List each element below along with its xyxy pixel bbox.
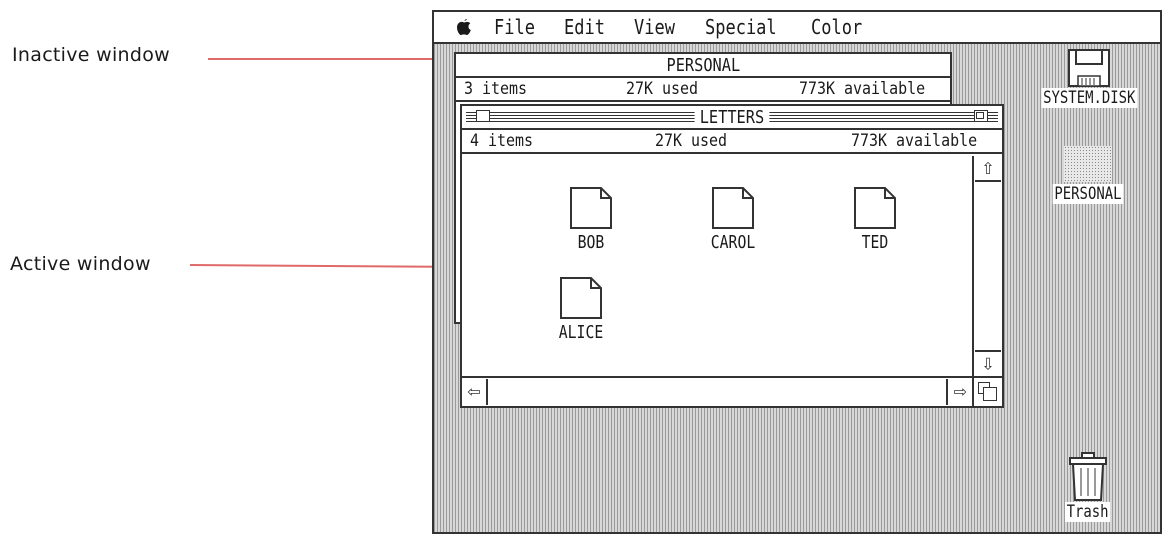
file-label: TED (861, 232, 889, 253)
menu-edit[interactable]: Edit (564, 15, 605, 39)
resize-box-icon[interactable] (972, 376, 1002, 406)
file-icon-bob[interactable]: BOB (546, 186, 636, 253)
scroll-up-arrow-icon[interactable]: ⇧ (975, 156, 1001, 182)
folder-label: PERSONAL (1052, 184, 1124, 204)
scroll-left-arrow-icon[interactable]: ⇦ (462, 379, 488, 405)
file-label: CAROL (710, 232, 756, 253)
active-window-infobar: 4 items 27K used 773K available (462, 130, 1002, 154)
menu-file[interactable]: File (494, 15, 535, 39)
inactive-window-infobar: 3 items 27K used 773K available (456, 78, 950, 102)
active-window[interactable]: LETTERS 4 items 27K used 773K available … (460, 104, 1004, 408)
zoom-box-icon[interactable] (974, 110, 988, 122)
desktop-disk[interactable]: SYSTEM.DISK (1026, 48, 1152, 108)
active-window-callout: Active window (10, 253, 151, 275)
disk-icon (1068, 49, 1110, 87)
inactive-window-titlebar[interactable]: PERSONAL (456, 54, 950, 78)
active-window-title: LETTERS (694, 106, 770, 128)
active-used-space: 27K used (655, 131, 728, 151)
scroll-down-arrow-icon[interactable]: ⇩ (975, 350, 1001, 376)
trash-icon (1069, 452, 1107, 501)
desktop-screen: File Edit View Special Color PERSONAL 3 … (432, 10, 1162, 534)
open-folder-icon (1064, 146, 1112, 182)
active-window-titlebar[interactable]: LETTERS (462, 106, 1002, 130)
document-icon (570, 187, 612, 229)
file-label: BOB (577, 232, 605, 253)
trash-label: Trash (1065, 502, 1111, 522)
active-available-space: 773K available (850, 131, 977, 151)
scroll-right-arrow-icon[interactable]: ⇨ (946, 379, 972, 405)
document-icon (560, 277, 602, 319)
menu-bar: File Edit View Special Color (434, 12, 1160, 44)
active-items-count: 4 items (470, 131, 534, 151)
menu-color[interactable]: Color (811, 15, 862, 39)
menu-special[interactable]: Special (705, 15, 777, 39)
file-icon-alice[interactable]: ALICE (536, 276, 626, 343)
inactive-window-title: PERSONAL (661, 54, 745, 76)
horizontal-scrollbar[interactable]: ⇦ ⇨ (462, 376, 972, 406)
file-label: ALICE (558, 322, 604, 343)
desktop-folder[interactable]: PERSONAL (1038, 144, 1138, 204)
apple-menu-icon[interactable] (456, 18, 472, 36)
file-icon-carol[interactable]: CAROL (688, 186, 778, 253)
disk-label: SYSTEM.DISK (1041, 88, 1137, 108)
inactive-window-callout: Inactive window (12, 44, 171, 66)
inactive-used-space: 27K used (626, 79, 699, 99)
file-icon-ted[interactable]: TED (830, 186, 920, 253)
document-icon (854, 187, 896, 229)
close-box-icon[interactable] (476, 110, 490, 122)
menu-view[interactable]: View (634, 15, 675, 39)
inactive-items-count: 3 items (464, 79, 528, 99)
desktop-trash[interactable]: Trash (1056, 450, 1120, 522)
inactive-available-space: 773K available (798, 79, 925, 99)
vertical-scrollbar[interactable]: ⇧ ⇩ (972, 156, 1002, 376)
document-icon (712, 187, 754, 229)
